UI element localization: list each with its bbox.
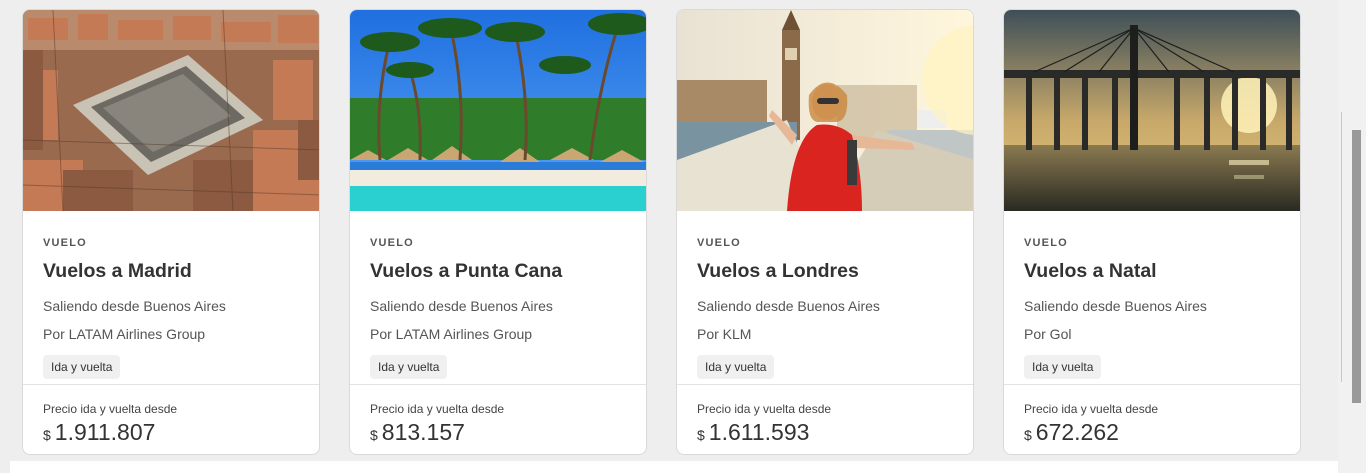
- airline-text: Por KLM: [697, 326, 752, 342]
- page-scrollbar[interactable]: [1338, 0, 1366, 473]
- flight-cards-row: VUELO Vuelos a Madrid Saliendo desde Bue…: [22, 9, 1301, 455]
- currency-symbol: $: [1024, 427, 1032, 443]
- origin-text: Saliendo desde Buenos Aires: [43, 298, 226, 314]
- origin-text: Saliendo desde Buenos Aires: [1024, 298, 1207, 314]
- origin-text: Saliendo desde Buenos Aires: [370, 298, 553, 314]
- price-label: Precio ida y vuelta desde: [1024, 402, 1159, 416]
- card-price-section: Precio ida y vuelta desde $ 1.911.807: [23, 384, 319, 454]
- price-label: Precio ida y vuelta desde: [43, 402, 178, 416]
- content-bottom-strip: [10, 461, 1338, 473]
- price-amount: 813.157: [381, 419, 465, 445]
- card-tag: VUELO: [697, 237, 741, 249]
- currency-symbol: $: [697, 427, 705, 443]
- londres-photo: [677, 10, 973, 211]
- airline-text: Por LATAM Airlines Group: [43, 326, 206, 342]
- trip-type-badge: Ida y vuelta: [1024, 355, 1102, 379]
- card-tag: VUELO: [1024, 237, 1068, 249]
- card-title[interactable]: Vuelos a Londres: [697, 260, 953, 286]
- madrid-photo: [23, 10, 319, 211]
- currency-symbol: $: [43, 427, 51, 443]
- price-label: Precio ida y vuelta desde: [370, 402, 505, 416]
- price-amount: 672.262: [1035, 419, 1119, 445]
- card-price-section: Precio ida y vuelta desde $ 1.611.593: [677, 384, 973, 454]
- card-price-section: Precio ida y vuelta desde $ 813.157: [350, 384, 646, 454]
- trip-type-badge: Ida y vuelta: [370, 355, 448, 379]
- trip-type-badge: Ida y vuelta: [43, 355, 121, 379]
- card-title[interactable]: Vuelos a Natal: [1024, 260, 1280, 286]
- flight-card-punta-cana[interactable]: VUELO Vuelos a Punta Cana Saliendo desde…: [349, 9, 647, 455]
- scroll-divider: [1341, 112, 1342, 382]
- origin-text: Saliendo desde Buenos Aires: [697, 298, 880, 314]
- currency-symbol: $: [370, 427, 378, 443]
- price-amount: 1.911.807: [54, 419, 156, 445]
- trip-type-badge: Ida y vuelta: [697, 355, 775, 379]
- airline-text: Por LATAM Airlines Group: [370, 326, 533, 342]
- natal-photo: [1004, 10, 1300, 211]
- scrollbar-thumb[interactable]: [1352, 130, 1361, 403]
- price-label: Precio ida y vuelta desde: [697, 402, 832, 416]
- airline-text: Por Gol: [1024, 326, 1072, 342]
- flight-card-natal[interactable]: VUELO Vuelos a Natal Saliendo desde Buen…: [1003, 9, 1301, 455]
- card-title[interactable]: Vuelos a Madrid: [43, 260, 299, 286]
- flight-card-madrid[interactable]: VUELO Vuelos a Madrid Saliendo desde Bue…: [22, 9, 320, 455]
- card-tag: VUELO: [43, 237, 87, 249]
- price-amount: 1.611.593: [708, 419, 810, 445]
- card-title[interactable]: Vuelos a Punta Cana: [370, 260, 626, 286]
- flight-card-londres[interactable]: VUELO Vuelos a Londres Saliendo desde Bu…: [676, 9, 974, 455]
- card-tag: VUELO: [370, 237, 414, 249]
- punta-cana-photo: [350, 10, 646, 211]
- card-price-section: Precio ida y vuelta desde $ 672.262: [1004, 384, 1300, 454]
